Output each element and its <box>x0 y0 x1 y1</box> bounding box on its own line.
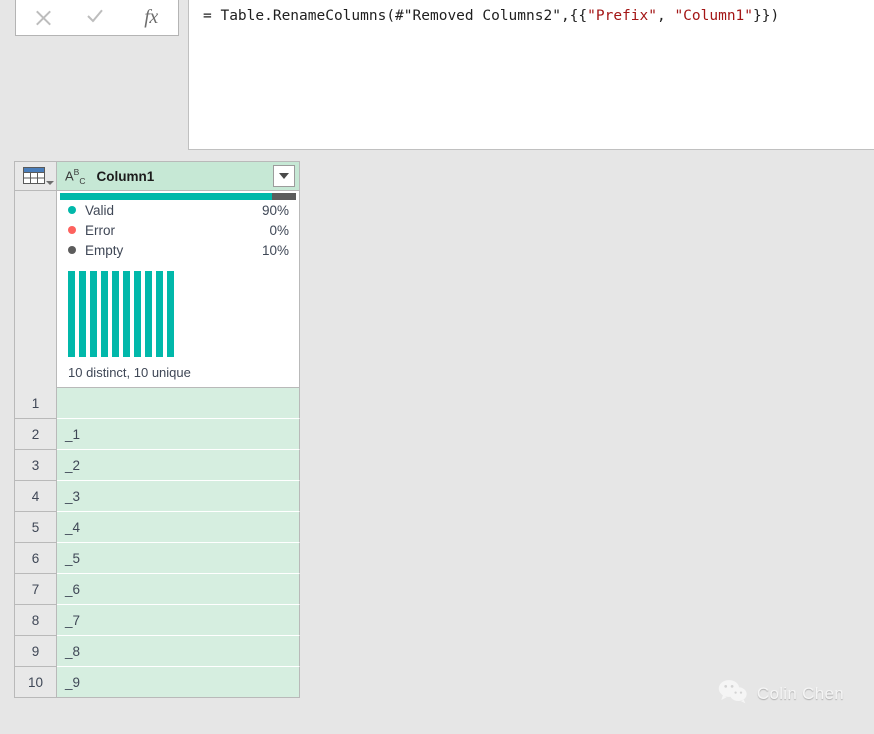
abc-text-type-icon: ABC <box>65 167 85 186</box>
table-row[interactable]: 2_1 <box>14 419 300 450</box>
empty-dot-icon <box>68 246 76 254</box>
chevron-down-icon <box>46 181 54 185</box>
table-cell-column1[interactable]: _2 <box>57 450 300 481</box>
table-cell-column1[interactable] <box>57 388 300 419</box>
quality-stat-valid-value: 90% <box>262 203 289 218</box>
quality-stat-error-label: Error <box>85 223 269 238</box>
checkmark-icon <box>87 10 107 24</box>
error-dot-icon <box>68 226 76 234</box>
quality-stat-valid: Valid 90% <box>57 200 299 220</box>
insert-function-button[interactable]: fx <box>128 0 174 34</box>
column-header-column1[interactable]: ABC Column1 <box>57 161 300 191</box>
formula-input[interactable]: = Table.RenameColumns(#"Removed Columns2… <box>188 0 874 150</box>
row-number[interactable]: 3 <box>14 450 57 481</box>
row-number[interactable]: 10 <box>14 667 57 698</box>
table-cell-column1[interactable]: _9 <box>57 667 300 698</box>
table-grid-icon <box>23 167 49 186</box>
cancel-formula-button[interactable] <box>20 0 66 34</box>
histogram-bar <box>112 271 119 357</box>
column-quality-panel: Valid 90% Error 0% Empty 10% 10 distinct… <box>57 191 300 388</box>
chevron-down-icon <box>279 173 289 179</box>
data-preview-grid: ABC Column1 Valid 90% Error 0% <box>14 161 300 698</box>
table-cell-column1[interactable]: _3 <box>57 481 300 512</box>
column-filter-dropdown-button[interactable] <box>273 165 295 187</box>
table-row[interactable]: 7_6 <box>14 574 300 605</box>
row-number[interactable]: 1 <box>14 388 57 419</box>
select-all-columns-button[interactable] <box>14 161 57 191</box>
grid-data-rows: 12_13_24_35_46_57_68_79_810_9 <box>14 388 300 698</box>
formula-text: = Table.RenameColumns(#"Removed Columns2… <box>203 8 874 25</box>
table-row[interactable]: 10_9 <box>14 667 300 698</box>
close-x-icon <box>34 8 53 27</box>
fx-icon: fx <box>144 7 157 27</box>
table-cell-column1[interactable]: _1 <box>57 419 300 450</box>
row-number[interactable]: 7 <box>14 574 57 605</box>
table-cell-column1[interactable]: _7 <box>57 605 300 636</box>
row-number[interactable]: 2 <box>14 419 57 450</box>
histogram-bar <box>101 271 108 357</box>
grid-header-row: ABC Column1 <box>14 161 300 191</box>
distinct-unique-summary: 10 distinct, 10 unique <box>57 357 299 387</box>
histogram-bar <box>156 271 163 357</box>
histogram-bar <box>134 271 141 357</box>
quality-stat-empty-label: Empty <box>85 243 262 258</box>
formula-bar-region: fx = Table.RenameColumns(#"Removed Colum… <box>0 0 874 150</box>
quality-segment-empty <box>272 193 296 200</box>
value-distribution-histogram <box>68 271 299 357</box>
table-row[interactable]: 6_5 <box>14 543 300 574</box>
quality-stat-empty: Empty 10% <box>57 240 299 260</box>
histogram-bar <box>123 271 130 357</box>
row-number[interactable]: 9 <box>14 636 57 667</box>
table-cell-column1[interactable]: _8 <box>57 636 300 667</box>
table-row[interactable]: 1 <box>14 388 300 419</box>
quality-segment-valid <box>60 193 272 200</box>
profile-gutter <box>14 191 57 388</box>
table-cell-column1[interactable]: _4 <box>57 512 300 543</box>
table-row[interactable]: 5_4 <box>14 512 300 543</box>
row-number[interactable]: 4 <box>14 481 57 512</box>
row-number[interactable]: 6 <box>14 543 57 574</box>
valid-dot-icon <box>68 206 76 214</box>
formula-bar-buttons: fx <box>15 0 179 36</box>
histogram-bar <box>145 271 152 357</box>
table-row[interactable]: 9_8 <box>14 636 300 667</box>
column-quality-bar <box>60 193 296 200</box>
wechat-icon <box>718 679 748 709</box>
quality-stat-error-value: 0% <box>269 223 289 238</box>
table-cell-column1[interactable]: _6 <box>57 574 300 605</box>
histogram-bar <box>90 271 97 357</box>
quality-stat-valid-label: Valid <box>85 203 262 218</box>
watermark: Colin Chen <box>718 679 844 709</box>
watermark-label: Colin Chen <box>757 684 844 704</box>
row-number[interactable]: 8 <box>14 605 57 636</box>
histogram-bar <box>68 271 75 357</box>
row-number[interactable]: 5 <box>14 512 57 543</box>
table-row[interactable]: 3_2 <box>14 450 300 481</box>
table-row[interactable]: 4_3 <box>14 481 300 512</box>
table-row[interactable]: 8_7 <box>14 605 300 636</box>
quality-stat-error: Error 0% <box>57 220 299 240</box>
column-profile-row: Valid 90% Error 0% Empty 10% 10 distinct… <box>14 191 300 388</box>
accept-formula-button[interactable] <box>74 0 120 34</box>
column-header-label: Column1 <box>96 169 154 184</box>
histogram-bar <box>79 271 86 357</box>
quality-stat-empty-value: 10% <box>262 243 289 258</box>
histogram-bar <box>167 271 174 357</box>
table-cell-column1[interactable]: _5 <box>57 543 300 574</box>
